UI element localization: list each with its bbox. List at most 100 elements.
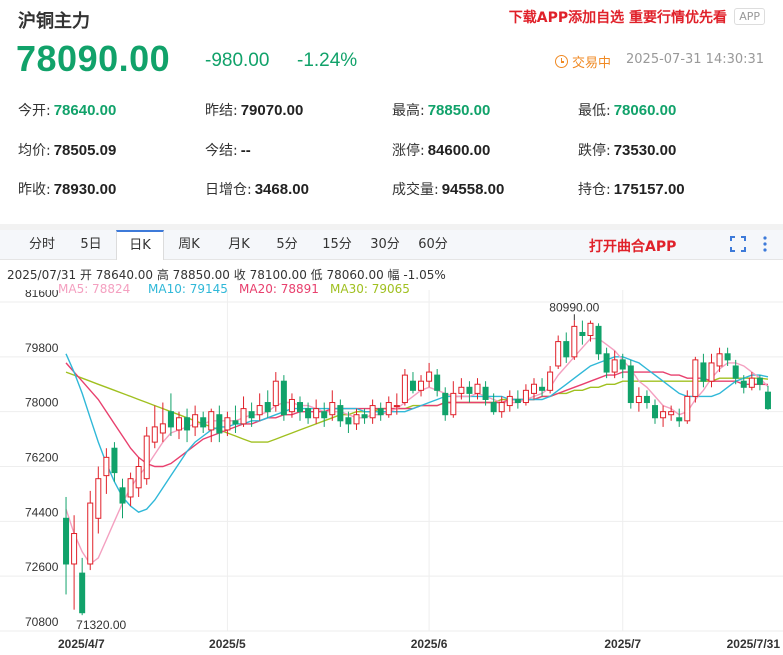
candle-down	[442, 392, 449, 416]
stat-value: 94558.00	[441, 181, 505, 198]
stat-item: 昨收: 78930.00	[18, 179, 116, 199]
stat-label: 今开:	[18, 103, 51, 119]
x-tick-label: 2025/7/31	[727, 637, 781, 651]
candle-up	[175, 417, 182, 431]
x-tick-label: 2025/4/7	[58, 637, 105, 651]
candle-down	[111, 447, 118, 474]
candle-down	[321, 411, 328, 419]
candle-up	[143, 435, 150, 480]
candle-down	[79, 572, 86, 614]
candle-down	[409, 380, 416, 391]
candle-up	[426, 371, 433, 382]
tab-4[interactable]: 月K	[215, 230, 263, 260]
clock-icon	[555, 55, 568, 68]
more-options-icon[interactable]	[763, 236, 767, 252]
stat-value: 175157.00	[613, 181, 685, 198]
candle-down	[579, 331, 586, 337]
download-app-promo-link[interactable]: 下载APP添加自选 重要行情优先看	[509, 7, 727, 27]
candle-up	[708, 362, 715, 382]
candle-down	[603, 353, 610, 373]
stat-value: 78505.09	[53, 142, 117, 159]
stat-item: 今开: 78640.00	[18, 100, 116, 120]
candle-up	[571, 325, 578, 358]
stat-label: 最低:	[578, 103, 611, 119]
candle-up	[87, 502, 94, 565]
stat-item: 日增仓: 3468.00	[205, 179, 309, 199]
tab-0[interactable]: 分时	[18, 230, 66, 260]
candle-up	[692, 359, 699, 397]
stat-label: 跌停:	[578, 143, 611, 159]
candle-up	[530, 383, 537, 394]
stat-value: 78850.00	[427, 102, 491, 119]
candle-down	[643, 395, 650, 404]
tab-3[interactable]: 周K	[165, 230, 213, 260]
app-root: 沪铜主力 下载APP添加自选 重要行情优先看 APP 78090.00 -980…	[0, 0, 783, 655]
stat-label: 涨停:	[392, 143, 425, 159]
candle-down	[732, 365, 739, 379]
candle-up	[418, 380, 425, 391]
candle-down	[740, 380, 747, 388]
candle-down	[563, 341, 570, 358]
candle-down	[216, 414, 223, 434]
candle-down	[627, 365, 634, 404]
price-change-pct: -1.24%	[297, 50, 358, 71]
stat-value: 78930.00	[53, 181, 117, 198]
candle-up	[103, 456, 110, 477]
candle-info-line: 2025/07/31 开 78640.00 高 78850.00 收 78100…	[7, 268, 446, 282]
candle-down	[200, 417, 207, 428]
candle-up	[272, 380, 279, 407]
y-tick-label: 78000	[25, 396, 59, 410]
candle-down	[652, 405, 659, 419]
y-tick-label: 79800	[25, 341, 59, 355]
tab-2[interactable]: 日K	[116, 230, 164, 260]
stat-label: 昨收:	[18, 182, 51, 198]
app-badge: APP	[734, 8, 765, 25]
candle-down	[248, 411, 255, 419]
fullscreen-icon[interactable]	[730, 236, 746, 252]
x-tick-label: 2025/5	[209, 637, 246, 651]
stat-item: 最低: 78060.00	[578, 100, 676, 120]
tab-8[interactable]: 60分	[412, 230, 454, 260]
low-annotation: 71320.00	[76, 618, 126, 632]
price-change: -980.00	[205, 50, 270, 71]
candle-up	[635, 395, 642, 404]
y-tick-label: 81600	[25, 290, 59, 300]
candle-down	[167, 411, 174, 428]
candle-up	[393, 405, 400, 408]
stat-item: 持仓: 175157.00	[578, 179, 685, 199]
candle-down	[619, 359, 626, 370]
candle-up	[313, 408, 320, 419]
stat-label: 昨结:	[205, 103, 238, 119]
candle-down	[700, 362, 707, 382]
candle-up	[555, 341, 562, 367]
stat-value: 84600.00	[427, 142, 491, 159]
open-app-link[interactable]: 打开曲合APP	[589, 236, 676, 256]
tab-5[interactable]: 5分	[270, 230, 304, 260]
candle-down	[764, 391, 771, 410]
y-tick-label: 74400	[25, 505, 59, 519]
x-tick-label: 2025/7	[604, 637, 641, 651]
candle-up	[95, 478, 102, 519]
candle-up	[208, 411, 215, 431]
candle-down	[466, 386, 473, 394]
candlestick-chart[interactable]: 81600 79800 78000 76200 74400 72600 70800 2025/…	[0, 290, 783, 655]
candle-up	[506, 395, 513, 407]
stat-item: 最高: 78850.00	[392, 100, 490, 120]
y-tick-label: 72600	[25, 560, 59, 574]
candle-down	[63, 517, 70, 565]
tab-7[interactable]: 30分	[364, 230, 406, 260]
stat-label: 最高:	[392, 103, 425, 119]
candle-down	[539, 386, 546, 391]
high-annotation: 80990.00	[549, 300, 599, 314]
candle-up	[401, 374, 408, 404]
stat-value: 3468.00	[254, 181, 309, 198]
candle-down	[482, 386, 489, 400]
stat-label: 日增仓:	[205, 182, 252, 198]
candle-down	[676, 417, 683, 422]
candle-down	[264, 402, 271, 413]
page-title: 沪铜主力	[18, 11, 90, 32]
candle-up	[353, 414, 360, 425]
candle-down	[756, 377, 763, 385]
tab-6[interactable]: 15分	[316, 230, 358, 260]
tab-1[interactable]: 5日	[74, 230, 108, 260]
